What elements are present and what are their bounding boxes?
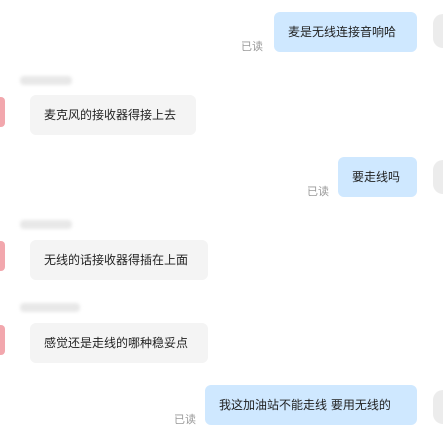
message-bubble-outgoing[interactable]: 我这加油站不能走线 要用无线的 xyxy=(205,385,417,425)
message-bubble-outgoing[interactable]: 要走线吗 xyxy=(338,157,417,197)
read-status: 已读 xyxy=(174,413,196,426)
sender-name-blurred xyxy=(20,303,80,312)
chat-window: 已读 麦是无线连接音响哈 麦克风的接收器得接上去 已读 要走线吗 无线的话接收器… xyxy=(0,0,443,432)
self-avatar[interactable] xyxy=(433,14,443,48)
sender-name-blurred xyxy=(20,220,72,229)
self-avatar[interactable] xyxy=(433,390,443,424)
contact-avatar[interactable] xyxy=(0,325,5,355)
read-status: 已读 xyxy=(241,40,263,53)
read-status: 已读 xyxy=(307,185,329,198)
message-bubble-outgoing[interactable]: 麦是无线连接音响哈 xyxy=(274,12,417,52)
contact-avatar[interactable] xyxy=(0,241,5,271)
message-bubble-incoming[interactable]: 麦克风的接收器得接上去 xyxy=(30,95,196,135)
self-avatar[interactable] xyxy=(433,160,443,194)
message-bubble-incoming[interactable]: 无线的话接收器得插在上面 xyxy=(30,240,208,280)
contact-avatar[interactable] xyxy=(0,97,5,127)
sender-name-blurred xyxy=(20,76,72,85)
message-bubble-incoming[interactable]: 感觉还是走线的哪种稳妥点 xyxy=(30,323,208,363)
